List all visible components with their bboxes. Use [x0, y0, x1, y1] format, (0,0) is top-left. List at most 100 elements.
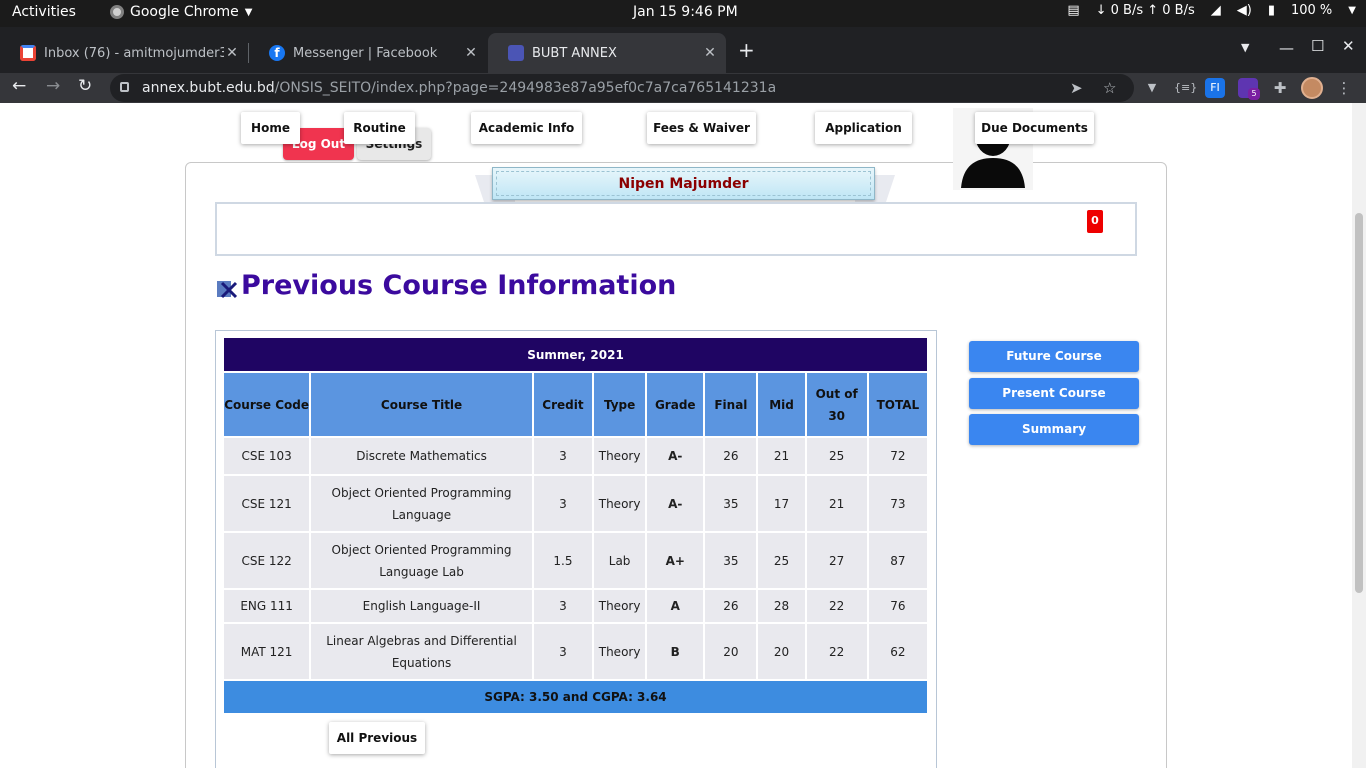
table-header-row: Course Code Course Title Credit Type Gra…	[224, 373, 927, 436]
course-total: 62	[868, 624, 927, 679]
present-course-button[interactable]: Present Course	[969, 378, 1139, 409]
course-final: 26	[705, 438, 757, 474]
nav-application[interactable]: Application	[815, 112, 912, 144]
chevron-down-icon: ▼	[1348, 5, 1356, 16]
json-extension-icon[interactable]: {≡}	[1174, 78, 1197, 98]
send-icon[interactable]: ➤	[1070, 74, 1083, 102]
course-out-of-30: 27	[806, 533, 867, 588]
nav-due-documents[interactable]: Due Documents	[975, 112, 1094, 144]
column-header: Course Title	[311, 373, 532, 436]
bubt-icon	[508, 45, 524, 61]
profile-avatar[interactable]	[1301, 77, 1323, 99]
battery-icon: ▮	[1267, 3, 1275, 18]
nav-fees-waiver[interactable]: Fees & Waiver	[647, 112, 756, 144]
tab-messenger[interactable]: f Messenger | Facebook ✕	[249, 33, 487, 73]
volume-icon: ◀)	[1236, 3, 1252, 18]
battery-percent: 100 %	[1290, 3, 1333, 18]
semester-row: Summer, 2021	[224, 338, 927, 371]
page-scrollbar[interactable]	[1352, 103, 1366, 768]
column-header: Course Code	[224, 373, 310, 436]
course-code: CSE 103	[224, 438, 310, 474]
column-header: TOTAL	[868, 373, 927, 436]
new-tab-button[interactable]: +	[738, 38, 755, 62]
future-course-button[interactable]: Future Course	[969, 341, 1139, 372]
maximize-icon[interactable]: ☐	[1311, 37, 1324, 55]
app-menu[interactable]: Google Chrome ▼	[110, 4, 252, 20]
extension-badge-count: 5	[1248, 88, 1260, 100]
minimize-icon[interactable]: —	[1279, 39, 1294, 57]
tab-strip: Inbox (76) - amitmojumder356 ✕ f Messeng…	[0, 27, 1366, 73]
fi-extension-icon[interactable]: FI	[1205, 78, 1225, 98]
scrollbar-thumb[interactable]	[1355, 213, 1363, 593]
close-icon[interactable]: ✕	[463, 45, 479, 61]
chrome-icon	[110, 5, 124, 19]
tab-title: Inbox (76) - amitmojumder356	[44, 45, 224, 61]
tab-search-icon[interactable]: ▼	[1241, 41, 1249, 54]
nav-academic-info[interactable]: Academic Info	[471, 112, 582, 144]
course-mid: 28	[758, 590, 805, 622]
summary-button[interactable]: Summary	[969, 414, 1139, 445]
gpa-summary: SGPA: 3.50 and CGPA: 3.64	[224, 681, 927, 713]
course-type: Theory	[594, 624, 646, 679]
close-window-icon[interactable]: ✕	[1342, 37, 1355, 55]
course-credit: 3	[533, 624, 593, 679]
course-grade: B	[647, 624, 704, 679]
course-mid: 25	[758, 533, 805, 588]
table-row: ENG 111 English Language-II 3 Theory A 2…	[224, 590, 927, 622]
course-out-of-30: 22	[806, 624, 867, 679]
nav-routine[interactable]: Routine	[344, 112, 415, 144]
menu-icon[interactable]: ⋮	[1334, 78, 1354, 98]
url-path: /ONSIS_SEITO/index.php?page=2494983e87a9…	[274, 80, 777, 96]
student-name-banner: Nipen Majumder	[492, 167, 875, 200]
clock[interactable]: Jan 15 9:46 PM	[633, 4, 738, 20]
tab-title: BUBT ANNEX	[532, 45, 617, 61]
star-icon[interactable]: ☆	[1103, 74, 1116, 102]
course-type: Theory	[594, 476, 646, 531]
system-tray[interactable]: ▤ ↓ 0 B/s ↑ 0 B/s ◢ ◀) ▮ 100 % ▼	[1067, 3, 1356, 18]
course-credit: 3	[533, 438, 593, 474]
course-title: Object Oriented Programming Language	[311, 476, 532, 531]
course-grade: A-	[647, 438, 704, 474]
course-title: Discrete Mathematics	[311, 438, 532, 474]
tab-title: Messenger | Facebook	[293, 45, 438, 61]
course-total: 73	[868, 476, 927, 531]
tab-gmail[interactable]: Inbox (76) - amitmojumder356 ✕	[0, 33, 248, 73]
nav-home[interactable]: Home	[241, 112, 300, 144]
course-grade: A+	[647, 533, 704, 588]
semester-label: Summer, 2021	[224, 338, 927, 371]
close-icon[interactable]: ✕	[702, 45, 718, 61]
gmail-icon	[20, 45, 36, 61]
puzzle-icon[interactable]: ✚	[1270, 78, 1290, 98]
activities-button[interactable]: Activities	[12, 4, 76, 20]
course-total: 76	[868, 590, 927, 622]
reload-icon[interactable]: ↻	[78, 76, 92, 96]
course-grade: A	[647, 590, 704, 622]
course-title: Object Oriented Programming Language Lab	[311, 533, 532, 588]
table-row: CSE 103 Discrete Mathematics 3 Theory A-…	[224, 438, 927, 474]
back-icon[interactable]: ←	[12, 76, 26, 96]
facebook-icon: f	[269, 45, 285, 61]
course-credit: 3	[533, 476, 593, 531]
tab-bubt-annex[interactable]: BUBT ANNEX ✕	[488, 33, 726, 73]
table-row: CSE 122 Object Oriented Programming Lang…	[224, 533, 927, 588]
system-top-bar: Activities Google Chrome ▼ Jan 15 9:46 P…	[0, 0, 1366, 27]
course-type: Theory	[594, 438, 646, 474]
table-row: MAT 121 Linear Algebras and Differential…	[224, 624, 927, 679]
course-title: English Language-II	[311, 590, 532, 622]
window-layout-icon: ▤	[1067, 3, 1080, 18]
close-icon[interactable]: ✕	[224, 45, 240, 61]
forward-icon[interactable]: →	[46, 76, 60, 96]
vuejs-extension-icon[interactable]: ▼	[1142, 78, 1162, 98]
course-total: 87	[868, 533, 927, 588]
course-total: 72	[868, 438, 927, 474]
all-previous-button[interactable]: All Previous	[329, 722, 425, 754]
column-header: Grade	[647, 373, 704, 436]
main-nav	[215, 202, 1137, 256]
app-menu-label: Google Chrome	[130, 4, 239, 20]
address-bar[interactable]: annex.bubt.edu.bd/ONSIS_SEITO/index.php?…	[110, 74, 1134, 102]
course-out-of-30: 22	[806, 590, 867, 622]
wifi-icon: ◢	[1210, 3, 1221, 18]
course-out-of-30: 25	[806, 438, 867, 474]
chevron-down-icon: ▼	[244, 6, 253, 18]
course-mid: 20	[758, 624, 805, 679]
